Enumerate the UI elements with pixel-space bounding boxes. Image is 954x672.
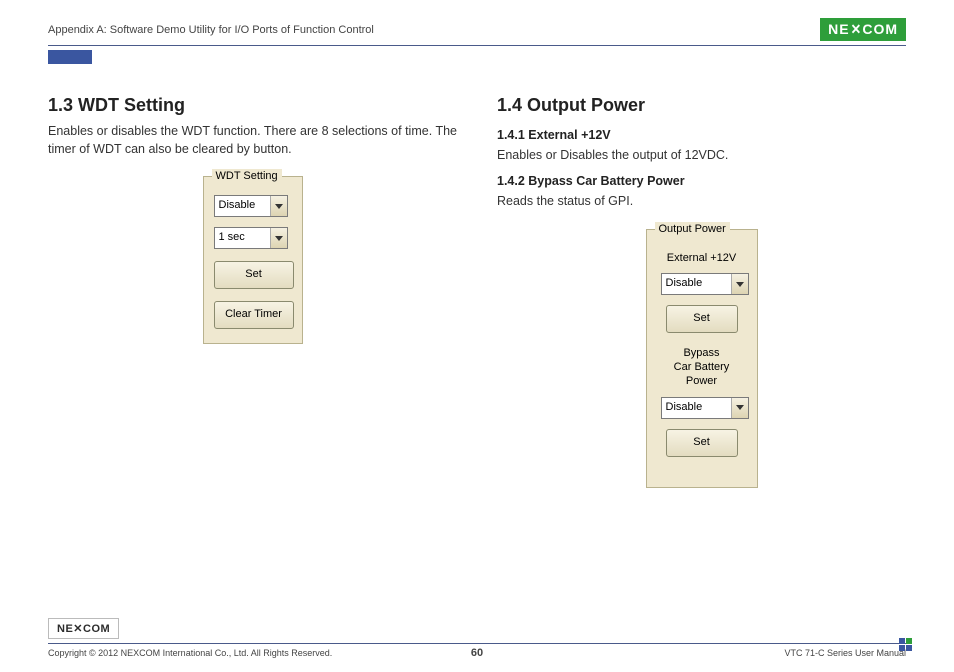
external-12v-set-button[interactable]: Set: [666, 305, 738, 333]
wdt-legend: WDT Setting: [212, 169, 282, 185]
appendix-title: Appendix A: Software Demo Utility for I/…: [48, 24, 374, 36]
page-number: 60: [471, 647, 483, 659]
wdt-setting-group: WDT Setting Disable 1 sec Set Clear Time…: [203, 176, 303, 344]
dropdown-arrow-icon[interactable]: [731, 274, 748, 294]
external-12v-text: Enables or Disables the output of 12VDC.: [497, 146, 906, 164]
bypass-value: Disable: [662, 398, 731, 418]
bypass-set-button[interactable]: Set: [666, 429, 738, 457]
wdt-time-combo[interactable]: 1 sec: [214, 227, 288, 249]
footer-corner-icon: [899, 638, 912, 651]
section-heading-output-power: 1.4 Output Power: [497, 92, 906, 118]
footer-manual-name: VTC 71-C Series User Manual: [477, 648, 906, 658]
wdt-enable-value: Disable: [215, 196, 270, 216]
external-12v-value: Disable: [662, 274, 731, 294]
dropdown-arrow-icon[interactable]: [270, 228, 287, 248]
bypass-label-l1: Bypass: [683, 347, 719, 359]
bypass-label-l3: Power: [686, 375, 717, 387]
external-12v-combo[interactable]: Disable: [661, 273, 749, 295]
bypass-label: Bypass Car Battery Power: [657, 347, 747, 388]
dropdown-arrow-icon[interactable]: [731, 398, 748, 418]
subsection-heading-bypass: 1.4.2 Bypass Car Battery Power: [497, 172, 906, 190]
output-power-legend: Output Power: [655, 222, 730, 238]
header-blue-tab: [48, 50, 92, 64]
section-heading-wdt: 1.3 WDT Setting: [48, 92, 457, 118]
bypass-text: Reads the status of GPI.: [497, 192, 906, 210]
wdt-set-button[interactable]: Set: [214, 261, 294, 289]
logo-top: NE✕COM: [820, 18, 906, 41]
bypass-combo[interactable]: Disable: [661, 397, 749, 419]
footer-copyright: Copyright © 2012 NEXCOM International Co…: [48, 648, 477, 658]
wdt-paragraph: Enables or disables the WDT function. Th…: [48, 122, 457, 158]
dropdown-arrow-icon[interactable]: [270, 196, 287, 216]
logo-text: NE✕COM: [820, 18, 906, 41]
wdt-clear-timer-button[interactable]: Clear Timer: [214, 301, 294, 329]
wdt-time-value: 1 sec: [215, 228, 270, 248]
bypass-label-l2: Car Battery: [674, 361, 730, 373]
subsection-heading-external-12v: 1.4.1 External +12V: [497, 126, 906, 144]
footer-logo: NE✕COM: [48, 618, 119, 639]
output-power-group: Output Power External +12V Disable Set B…: [646, 229, 758, 488]
wdt-enable-combo[interactable]: Disable: [214, 195, 288, 217]
external-12v-label: External +12V: [657, 252, 747, 266]
